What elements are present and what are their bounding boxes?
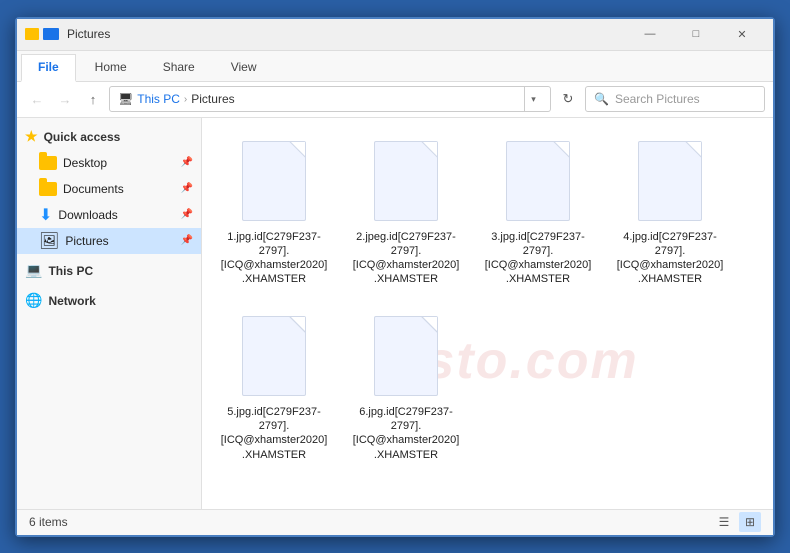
refresh-button[interactable]: ↻ [555, 86, 581, 112]
breadcrumb-this-pc[interactable]: This PC [137, 92, 180, 106]
file-name-0: 1.jpg.id[C279F237-2797].[ICQ@xhamster202… [220, 230, 328, 287]
file-icon-1 [370, 136, 442, 226]
title-bar: Pictures — □ ✕ [17, 19, 773, 51]
pin-icon-desktop: 📌 [181, 157, 193, 168]
breadcrumb-icon: 🖥 [118, 92, 133, 106]
window-title: Pictures [67, 27, 627, 41]
forward-button[interactable]: → [53, 87, 77, 111]
folder-icon-yellow [25, 28, 39, 40]
documents-label: Documents [63, 182, 124, 196]
star-icon: ★ [25, 128, 38, 145]
status-bar: 6 items ☰ ⊞ [17, 509, 773, 535]
file-doc-5 [374, 316, 438, 396]
tab-file[interactable]: File [21, 54, 76, 82]
file-item-5[interactable]: 6.jpg.id[C279F237-2797].[ICQ@xhamster202… [346, 305, 466, 468]
pin-icon-pictures: 📌 [181, 235, 193, 246]
network-icon: 🌐 [25, 292, 42, 309]
pin-icon-documents: 📌 [181, 183, 193, 194]
this-pc-section: 💻 This PC [17, 258, 201, 284]
file-icon-0 [238, 136, 310, 226]
sidebar-item-pictures[interactable]: 🖼 Pictures 📌 [17, 228, 201, 254]
back-button[interactable]: ← [25, 87, 49, 111]
file-icon-4 [238, 311, 310, 401]
folder-icon-desktop [39, 156, 57, 170]
search-bar[interactable]: 🔍 Search Pictures [585, 86, 765, 112]
sidebar-item-downloads[interactable]: ⬇ Downloads 📌 [17, 202, 201, 228]
network-label: Network [48, 294, 95, 308]
list-view-button[interactable]: ☰ [713, 512, 735, 532]
file-item-0[interactable]: 1.jpg.id[C279F237-2797].[ICQ@xhamster202… [214, 130, 334, 293]
main-content: ★ Quick access Desktop 📌 Documents 📌 ⬇ D… [17, 118, 773, 509]
quick-access-section: ★ Quick access Desktop 📌 Documents 📌 ⬇ D… [17, 124, 201, 254]
file-grid: 1.jpg.id[C279F237-2797].[ICQ@xhamster202… [214, 130, 761, 468]
sidebar-item-desktop[interactable]: Desktop 📌 [17, 150, 201, 176]
downloads-label: Downloads [58, 208, 117, 222]
file-doc-2 [506, 141, 570, 221]
breadcrumb-pictures: Pictures [191, 92, 234, 106]
file-doc-0 [242, 141, 306, 221]
ribbon-tabs: File Home Share View [17, 51, 773, 81]
sidebar-quick-access[interactable]: ★ Quick access [17, 124, 201, 150]
ribbon: File Home Share View [17, 51, 773, 82]
sidebar-network[interactable]: 🌐 Network [17, 288, 201, 314]
minimize-button[interactable]: — [627, 18, 673, 50]
file-doc-3 [638, 141, 702, 221]
grid-view-button[interactable]: ⊞ [739, 512, 761, 532]
title-bar-icon [25, 28, 59, 40]
sidebar-this-pc[interactable]: 💻 This PC [17, 258, 201, 284]
quick-access-label: Quick access [44, 130, 121, 144]
search-placeholder: Search Pictures [615, 92, 700, 106]
download-icon: ⬇ [39, 205, 52, 225]
file-icon-2 [502, 136, 574, 226]
close-button[interactable]: ✕ [719, 18, 765, 50]
tab-view[interactable]: View [214, 53, 274, 81]
computer-icon: 💻 [25, 262, 42, 279]
up-button[interactable]: ↑ [81, 87, 105, 111]
network-section: 🌐 Network [17, 288, 201, 314]
file-area: risto.com 1.jpg.id[C279F237-2797].[ICQ@x… [202, 118, 773, 509]
file-item-2[interactable]: 3.jpg.id[C279F237-2797].[ICQ@xhamster202… [478, 130, 598, 293]
pictures-folder-icon: 🖼 [39, 231, 59, 251]
item-count: 6 items [29, 515, 68, 529]
file-icon-3 [634, 136, 706, 226]
file-name-1: 2.jpeg.id[C279F237-2797].[ICQ@xhamster20… [352, 230, 460, 287]
file-item-1[interactable]: 2.jpeg.id[C279F237-2797].[ICQ@xhamster20… [346, 130, 466, 293]
file-item-4[interactable]: 5.jpg.id[C279F237-2797].[ICQ@xhamster202… [214, 305, 334, 468]
breadcrumb-sep-1: › [184, 94, 187, 105]
address-bar: ← → ↑ 🖥 This PC › Pictures ▾ ↻ 🔍 Search … [17, 82, 773, 118]
folder-icon-documents [39, 182, 57, 196]
sidebar-item-documents[interactable]: Documents 📌 [17, 176, 201, 202]
file-item-3[interactable]: 4.jpg.id[C279F237-2797].[ICQ@xhamster202… [610, 130, 730, 293]
this-pc-label: This PC [48, 264, 93, 278]
folder-icon-blue [43, 28, 59, 40]
desktop-label: Desktop [63, 156, 107, 170]
pictures-label: Pictures [65, 234, 108, 248]
file-name-3: 4.jpg.id[C279F237-2797].[ICQ@xhamster202… [616, 230, 724, 287]
search-icon: 🔍 [594, 92, 609, 106]
file-doc-1 [374, 141, 438, 221]
window-controls: — □ ✕ [627, 18, 765, 50]
breadcrumb-bar[interactable]: 🖥 This PC › Pictures ▾ [109, 86, 551, 112]
file-doc-4 [242, 316, 306, 396]
file-name-4: 5.jpg.id[C279F237-2797].[ICQ@xhamster202… [220, 405, 328, 462]
file-explorer-window: Pictures — □ ✕ File Home Share View ← → … [15, 17, 775, 537]
maximize-button[interactable]: □ [673, 18, 719, 50]
file-icon-5 [370, 311, 442, 401]
tab-home[interactable]: Home [78, 53, 144, 81]
tab-share[interactable]: Share [146, 53, 212, 81]
view-controls: ☰ ⊞ [713, 512, 761, 532]
file-name-5: 6.jpg.id[C279F237-2797].[ICQ@xhamster202… [352, 405, 460, 462]
sidebar: ★ Quick access Desktop 📌 Documents 📌 ⬇ D… [17, 118, 202, 509]
pin-icon-downloads: 📌 [181, 209, 193, 220]
breadcrumb-dropdown-arrow[interactable]: ▾ [524, 86, 542, 112]
file-name-2: 3.jpg.id[C279F237-2797].[ICQ@xhamster202… [484, 230, 592, 287]
